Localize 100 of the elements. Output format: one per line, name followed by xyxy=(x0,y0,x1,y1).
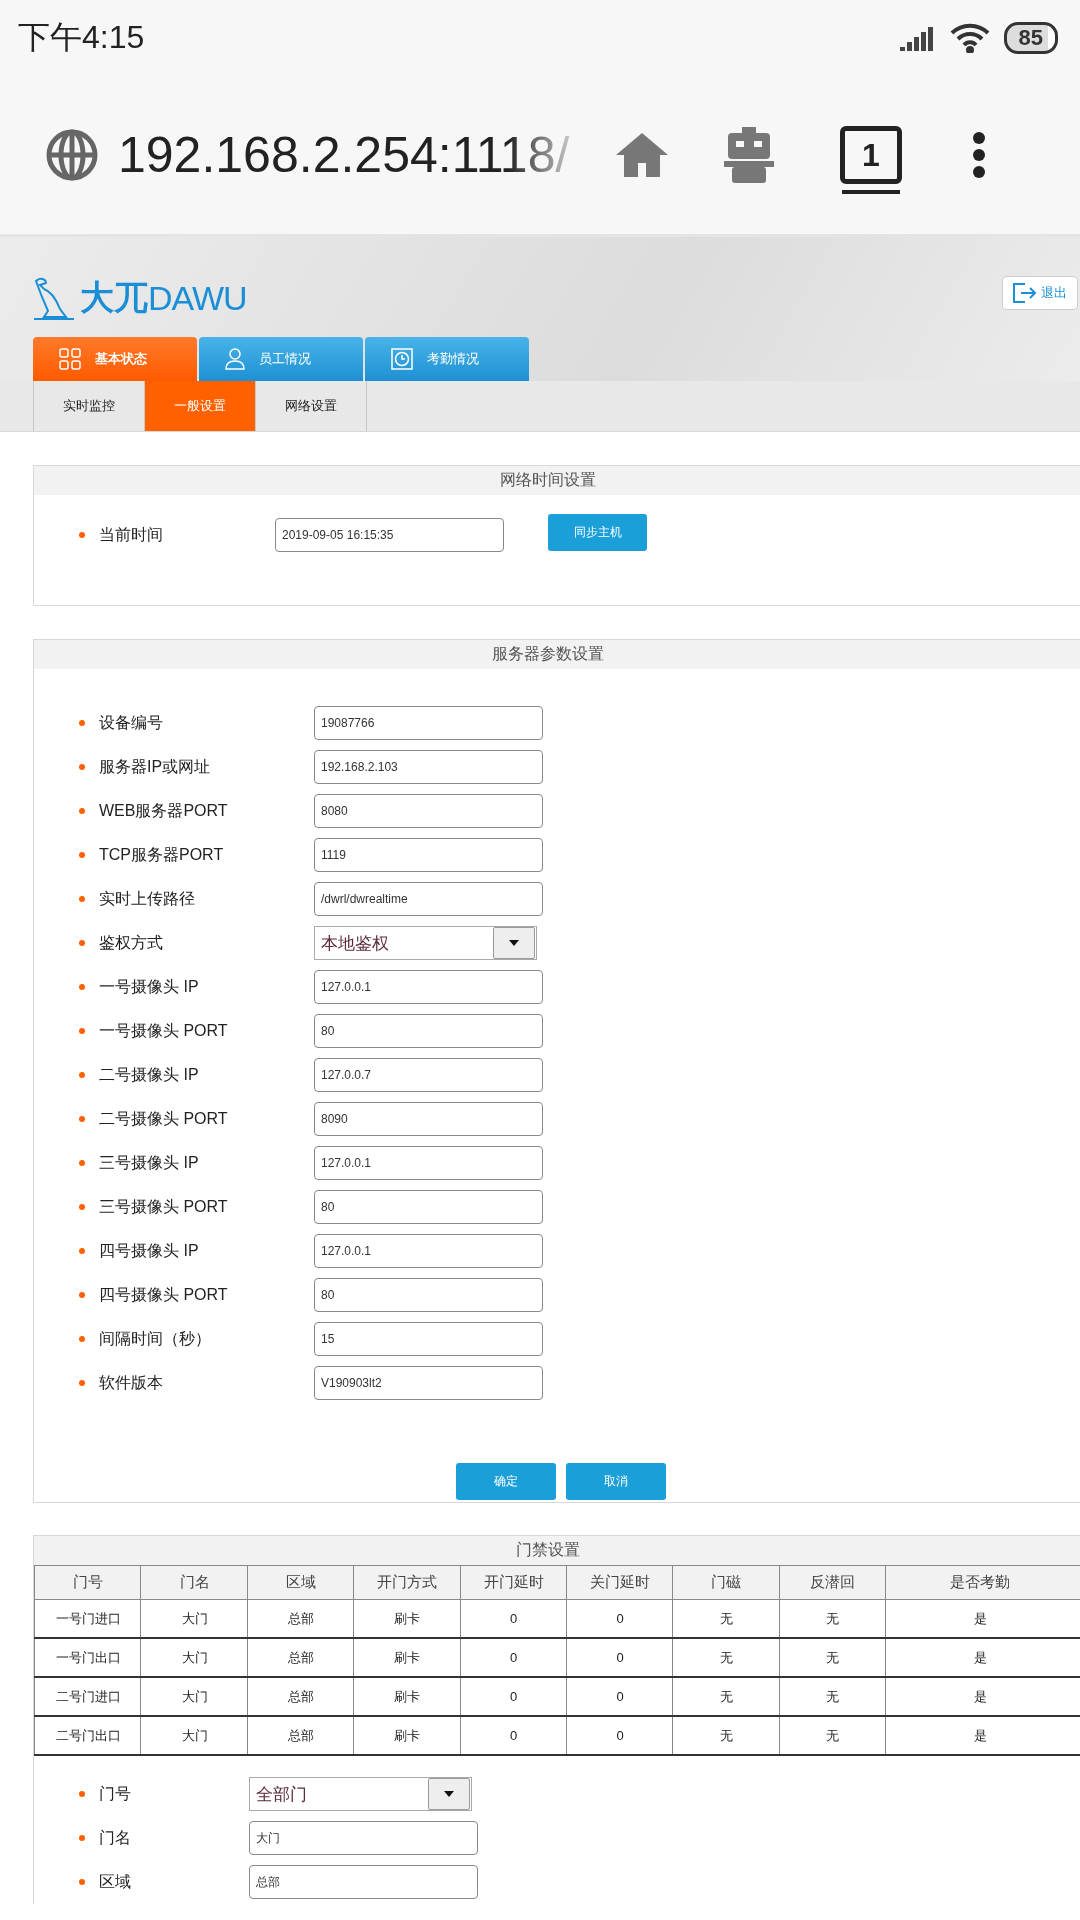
table-cell: 0 xyxy=(460,1638,567,1677)
input-field[interactable]: 19087766 xyxy=(314,706,543,740)
bullet-icon xyxy=(79,984,85,990)
field-label: TCP服务器PORT xyxy=(99,844,225,865)
section-title: 网络时间设置 xyxy=(34,466,1080,495)
column-header: 关门延时 xyxy=(566,1565,673,1600)
table-cell: 刷卡 xyxy=(353,1716,460,1755)
table-cell: 一号门出口 xyxy=(34,1638,141,1677)
field-label: 二号摄像头 PORT xyxy=(99,1108,229,1129)
field-label: 一号摄像头 IP xyxy=(99,976,200,997)
table-cell: 无 xyxy=(779,1677,886,1716)
bullet-icon xyxy=(79,1248,85,1254)
column-header: 区域 xyxy=(247,1565,354,1600)
table-cell: 总部 xyxy=(247,1716,354,1755)
bullet-icon xyxy=(79,1072,85,1078)
input-field[interactable]: 192.168.2.103 xyxy=(314,750,543,784)
field-label: 一号摄像头 PORT xyxy=(99,1020,229,1041)
field-label: 三号摄像头 PORT xyxy=(99,1196,229,1217)
table-cell: 无 xyxy=(672,1677,780,1716)
table-cell: 刷卡 xyxy=(353,1599,460,1638)
input-field[interactable]: 127.0.0.7 xyxy=(314,1058,543,1092)
table-cell: 0 xyxy=(566,1677,673,1716)
input-field[interactable]: 8080 xyxy=(314,794,543,828)
table-cell: 无 xyxy=(779,1599,886,1638)
logout-button[interactable]: 退出 xyxy=(1002,276,1078,310)
table-cell: 总部 xyxy=(247,1638,354,1677)
more-icon[interactable] xyxy=(972,132,986,178)
field-label: 服务器IP或网址 xyxy=(99,756,212,777)
field-label: 四号摄像头 PORT xyxy=(99,1284,229,1305)
input-field[interactable]: 80 xyxy=(314,1278,543,1312)
bullet-icon xyxy=(79,1380,85,1386)
field-label: 软件版本 xyxy=(99,1372,164,1393)
clock-icon xyxy=(391,348,413,370)
input-field[interactable]: 大门 xyxy=(249,1821,478,1855)
table-cell: 刷卡 xyxy=(353,1677,460,1716)
field-label: 设备编号 xyxy=(99,712,164,733)
table-cell: 大门 xyxy=(140,1599,248,1638)
bullet-icon xyxy=(79,1879,85,1885)
battery-indicator: 85 xyxy=(1003,22,1058,54)
bullet-icon xyxy=(79,720,85,726)
person-icon xyxy=(225,348,245,370)
table-cell: 0 xyxy=(460,1716,567,1755)
select-field[interactable]: 本地鉴权 xyxy=(314,926,537,960)
caret-icon xyxy=(509,940,519,946)
table-cell: 无 xyxy=(672,1638,780,1677)
bullet-icon xyxy=(79,1116,85,1122)
input-field[interactable]: 80 xyxy=(314,1014,543,1048)
table-cell: 0 xyxy=(566,1638,673,1677)
bullet-icon xyxy=(79,896,85,902)
field-label: 当前时间 xyxy=(99,524,164,545)
table-cell: 无 xyxy=(779,1638,886,1677)
column-header: 开门方式 xyxy=(353,1565,460,1600)
url-text[interactable]: 192.168.2.254:1118/ xyxy=(118,126,588,184)
bullet-icon xyxy=(79,1835,85,1841)
home-icon[interactable] xyxy=(614,131,670,179)
table-cell: 无 xyxy=(672,1716,780,1755)
field-label: 三号摄像头 IP xyxy=(99,1152,200,1173)
field-label: 鉴权方式 xyxy=(99,932,164,953)
bullet-icon xyxy=(79,1204,85,1210)
column-header: 开门延时 xyxy=(460,1565,567,1600)
input-field[interactable]: V190903lt2 xyxy=(314,1366,543,1400)
table-cell: 刷卡 xyxy=(353,1638,460,1677)
bullet-icon xyxy=(79,940,85,946)
grid-icon xyxy=(59,348,81,370)
field-label: 门号 xyxy=(99,1783,132,1804)
field-label: 四号摄像头 IP xyxy=(99,1240,200,1261)
sub-tab[interactable]: 网络设置 xyxy=(255,381,367,431)
table-cell: 大门 xyxy=(140,1716,248,1755)
robot-icon[interactable] xyxy=(724,127,774,183)
table-cell: 0 xyxy=(566,1599,673,1638)
input-field[interactable]: 127.0.0.1 xyxy=(314,970,543,1004)
table-cell: 无 xyxy=(672,1599,780,1638)
table-cell: 无 xyxy=(779,1716,886,1755)
section-title: 门禁设置 xyxy=(34,1536,1080,1565)
bullet-icon xyxy=(79,852,85,858)
field-label: 实时上传路径 xyxy=(99,888,196,909)
logo-text: DAWU xyxy=(148,278,248,318)
logo-text: 大兀 xyxy=(80,277,148,318)
column-header: 门磁 xyxy=(672,1565,780,1600)
table-cell: 0 xyxy=(566,1716,673,1755)
bullet-icon xyxy=(79,1160,85,1166)
input-field[interactable]: 2019-09-05 16:15:35 xyxy=(275,518,504,552)
table-cell: 大门 xyxy=(140,1677,248,1716)
globe-icon[interactable] xyxy=(46,129,98,181)
input-field[interactable]: 127.0.0.1 xyxy=(314,1234,543,1268)
input-field[interactable]: /dwrl/dwrealtime xyxy=(314,882,543,916)
field-label: WEB服务器PORT xyxy=(99,800,229,821)
input-field[interactable]: 1119 xyxy=(314,838,543,872)
table-cell: 一号门进口 xyxy=(34,1599,141,1638)
table-cell: 总部 xyxy=(247,1677,354,1716)
input-field[interactable]: 127.0.0.1 xyxy=(314,1146,543,1180)
bullet-icon xyxy=(79,808,85,814)
input-field[interactable]: 80 xyxy=(314,1190,543,1224)
table-cell: 0 xyxy=(460,1599,567,1638)
field-label: 区域 xyxy=(99,1871,132,1892)
input-field[interactable]: 总部 xyxy=(249,1865,478,1899)
input-field[interactable]: 15 xyxy=(314,1322,543,1356)
input-field[interactable]: 8090 xyxy=(314,1102,543,1136)
select-field[interactable]: 全部门 xyxy=(249,1777,472,1811)
table-cell: 总部 xyxy=(247,1599,354,1638)
